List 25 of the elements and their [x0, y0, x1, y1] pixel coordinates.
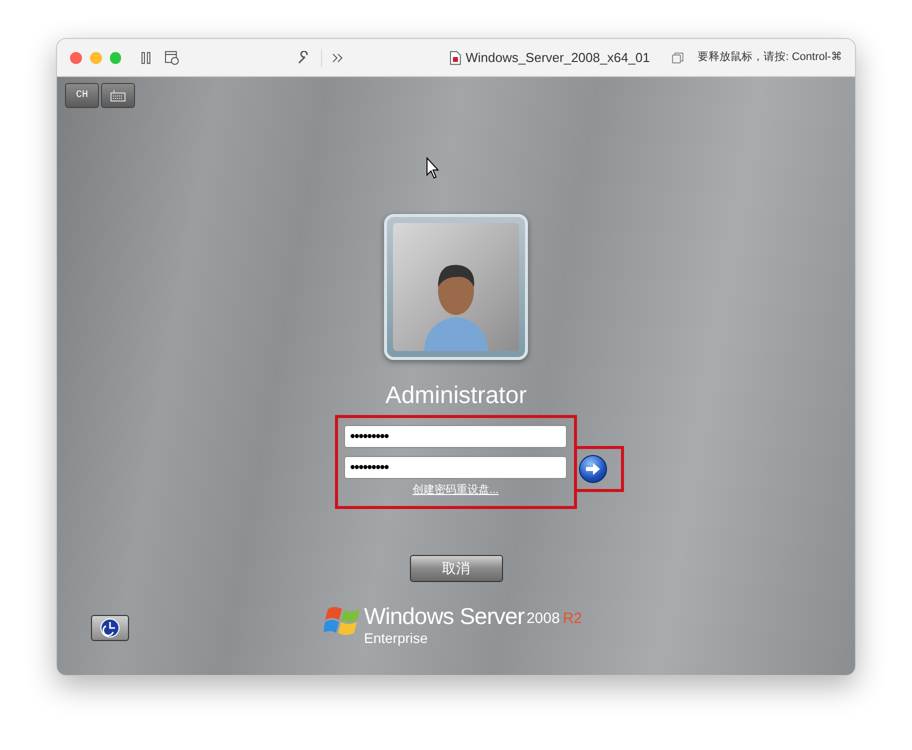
product-edition: Enterprise	[364, 629, 429, 647]
arrow-right-icon	[584, 462, 600, 476]
release-mouse-hint: 要释放鼠标，请按: Control-⌘	[698, 50, 842, 66]
document-icon	[450, 50, 461, 64]
accessibility-button[interactable]	[91, 615, 129, 641]
pause-icon[interactable]	[141, 52, 152, 64]
close-button[interactable]	[70, 52, 82, 64]
language-button[interactable]: CH	[65, 83, 99, 108]
snapshot-icon[interactable]	[165, 50, 180, 64]
copy-icon[interactable]	[672, 52, 684, 64]
keyboard-icon	[110, 90, 126, 102]
accessibility-icon	[100, 618, 120, 638]
window-title: Windows_Server_2008_x64_01	[466, 48, 650, 67]
password-reset-link[interactable]: 创建密码重设盘...	[412, 482, 499, 498]
product-version: 2008	[526, 609, 560, 629]
submit-button[interactable]	[578, 455, 606, 483]
mouse-pointer-icon	[426, 157, 440, 179]
product-name: Windows Server	[364, 603, 524, 629]
user-name: Administrator	[385, 382, 527, 410]
product-release: R2	[562, 609, 582, 629]
chevron-icon[interactable]	[332, 52, 344, 62]
password-field[interactable]: •••••••••	[344, 456, 567, 479]
password-field[interactable]: •••••••••	[344, 425, 567, 448]
cancel-button[interactable]: 取消	[410, 555, 502, 582]
keyboard-button[interactable]	[101, 83, 135, 108]
